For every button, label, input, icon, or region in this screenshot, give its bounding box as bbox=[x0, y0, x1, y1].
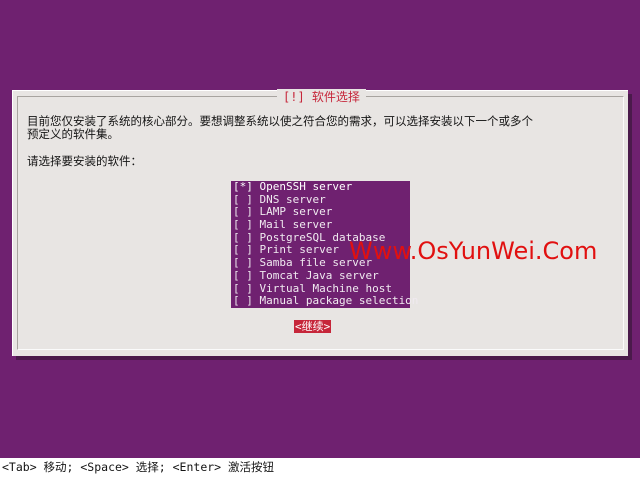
status-bar: <Tab> 移动; <Space> 选择; <Enter> 激活按钮 bbox=[0, 458, 640, 480]
selection-prompt: 请选择要安装的软件： bbox=[27, 154, 142, 168]
continue-button[interactable]: <继续> bbox=[294, 320, 332, 333]
software-item-manual-package[interactable]: [ ] Manual package selection bbox=[231, 294, 418, 308]
dialog-title: [!] 软件选择 bbox=[277, 89, 366, 107]
dialog-description: 目前您仅安装了系统的核心部分。要想调整系统以使之符合您的需求，可以选择安装以下一… bbox=[27, 114, 533, 141]
watermark: Www.OsYunWei.Com bbox=[349, 237, 598, 265]
software-selection-dialog: [!] 软件选择 目前您仅安装了系统的核心部分。要想调整系统以使之符合您的需求，… bbox=[12, 89, 628, 356]
software-item-openssh[interactable]: [*] OpenSSH server bbox=[231, 180, 410, 194]
software-item-tomcat[interactable]: [ ] Tomcat Java server bbox=[231, 269, 410, 283]
software-item-mail[interactable]: [ ] Mail server bbox=[231, 218, 410, 232]
